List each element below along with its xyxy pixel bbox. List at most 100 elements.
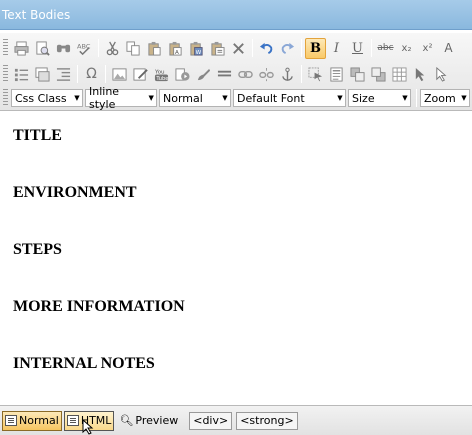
heading-steps[interactable]: STEPS	[13, 226, 472, 283]
bold-icon[interactable]: B	[305, 37, 326, 59]
svg-text:ABC: ABC	[77, 42, 91, 50]
image-icon[interactable]	[109, 64, 130, 85]
toolbar-row-2: Ω You Tube	[3, 61, 452, 87]
preview-mode-button[interactable]: 🔍︎ Preview	[116, 411, 181, 431]
pointer-icon[interactable]	[410, 64, 431, 85]
chevron-down-icon: ▼	[74, 94, 80, 102]
svg-text:Tube: Tube	[155, 76, 168, 82]
style-icon[interactable]	[193, 64, 214, 85]
normal-mode-label: Normal	[19, 414, 59, 427]
paste-html-icon[interactable]	[207, 38, 228, 59]
spellcheck-icon[interactable]: ABC	[74, 38, 95, 59]
symbol-glyph: Ω	[86, 66, 97, 82]
editor-content-area[interactable]: TITLE ENVIRONMENT STEPS MORE INFORMATION…	[0, 112, 472, 405]
form-icon[interactable]	[32, 64, 53, 85]
toolbar-separator	[371, 39, 372, 57]
design-mode-icon	[5, 415, 17, 426]
css-class-label: Css Class	[15, 91, 67, 105]
pointer-alt-icon[interactable]	[431, 64, 452, 85]
zoom-label: Zoom	[424, 91, 456, 105]
toolbar-grip[interactable]	[3, 39, 8, 57]
editor-toolbar: ABC A W B I U abc x₂ x² A Ω You Tube Css…	[0, 33, 472, 111]
paragraph-format-select[interactable]: Normal ▼	[159, 89, 231, 107]
strikethrough-icon[interactable]: abc	[375, 38, 396, 59]
media-icon[interactable]	[172, 64, 193, 85]
chevron-down-icon: ▼	[402, 94, 408, 102]
delete-icon[interactable]	[228, 38, 249, 59]
paste-word-icon[interactable]: W	[186, 38, 207, 59]
tag-path-strong[interactable]: <strong>	[236, 411, 298, 430]
table-icon[interactable]	[389, 64, 410, 85]
toolbar-grip[interactable]	[3, 89, 8, 107]
font-label: Default Font	[237, 91, 305, 105]
toolbar-separator	[416, 89, 417, 107]
superscript-glyph: x²	[422, 42, 433, 54]
inline-style-label: Inline style	[89, 85, 120, 111]
link-icon[interactable]	[235, 64, 256, 85]
magnifier-icon: 🔍︎	[119, 414, 134, 427]
heading-title[interactable]: TITLE	[13, 112, 472, 169]
select-icon[interactable]	[305, 64, 326, 85]
copy-icon[interactable]	[123, 38, 144, 59]
list-icon[interactable]	[11, 64, 32, 85]
strike-glyph: abc	[377, 43, 394, 53]
layer-front-icon[interactable]	[368, 64, 389, 85]
preview-mode-label: Preview	[135, 414, 179, 427]
heading-more-information[interactable]: MORE INFORMATION	[13, 283, 472, 340]
css-class-select[interactable]: Css Class ▼	[11, 89, 83, 107]
unlink-icon[interactable]	[256, 64, 277, 85]
layer-icon[interactable]	[347, 64, 368, 85]
undo-icon[interactable]	[256, 38, 277, 59]
horizontal-rule-icon[interactable]	[214, 64, 235, 85]
toolbar-separator	[252, 39, 253, 57]
toolbar-row-3: Css Class ▼ Inline style ▼ Normal ▼ Defa…	[3, 85, 472, 111]
toolbar-separator	[98, 39, 99, 57]
toolbar-separator	[301, 65, 302, 83]
italic-glyph: I	[333, 40, 340, 56]
paste-icon[interactable]	[144, 38, 165, 59]
inline-style-select[interactable]: Inline style ▼	[85, 85, 157, 111]
italic-icon[interactable]: I	[326, 38, 347, 59]
preview-icon[interactable]	[32, 38, 53, 59]
underline-glyph: U	[352, 40, 363, 56]
indent-icon[interactable]	[53, 64, 74, 85]
font-select[interactable]: Default Font ▼	[233, 89, 346, 107]
paste-text-icon[interactable]: A	[165, 38, 186, 59]
zoom-select[interactable]: Zoom ▼	[420, 89, 470, 107]
font-size-glyph: A	[444, 41, 453, 55]
print-icon[interactable]	[11, 38, 32, 59]
underline-icon[interactable]: U	[347, 38, 368, 59]
heading-environment[interactable]: ENVIRONMENT	[13, 169, 472, 226]
subscript-icon[interactable]: x₂	[396, 38, 417, 59]
toolbar-separator	[301, 39, 302, 57]
chevron-down-icon: ▼	[148, 94, 154, 102]
toolbar-grip[interactable]	[3, 65, 8, 83]
mouse-cursor-icon	[82, 419, 94, 435]
html-mode-icon	[66, 415, 79, 426]
chevron-down-icon: ▼	[337, 94, 343, 102]
heading-internal-notes[interactable]: INTERNAL NOTES	[13, 340, 472, 397]
svg-text:W: W	[196, 50, 202, 56]
youtube-icon[interactable]: You Tube	[151, 64, 172, 85]
chevron-down-icon: ▼	[461, 94, 467, 102]
normal-mode-button[interactable]: Normal	[2, 410, 62, 431]
anchor-icon[interactable]	[277, 64, 298, 85]
cut-icon[interactable]	[102, 38, 123, 59]
rich-text-editor: ABC A W B I U abc x₂ x² A Ω You Tube Css…	[0, 33, 472, 435]
symbol-icon[interactable]: Ω	[81, 64, 102, 85]
toolbar-row-1: ABC A W B I U abc x₂ x² A	[3, 35, 459, 61]
toolbar-separator	[105, 65, 106, 83]
size-select[interactable]: Size ▼	[348, 89, 411, 107]
find-icon[interactable]	[53, 38, 74, 59]
toolbar-separator	[77, 65, 78, 83]
size-label: Size	[352, 91, 375, 105]
font-size-icon[interactable]: A	[438, 38, 459, 59]
editor-mode-bar: Normal HTML 🔍︎ Preview <div> <strong>	[0, 405, 472, 435]
window-title: Text Bodies	[0, 0, 472, 30]
tag-path-div[interactable]: <div>	[189, 411, 233, 430]
template-icon[interactable]	[326, 64, 347, 85]
edit-image-icon[interactable]	[130, 64, 151, 85]
redo-icon[interactable]	[277, 38, 298, 59]
superscript-icon[interactable]: x²	[417, 38, 438, 59]
svg-text:A: A	[175, 50, 179, 56]
